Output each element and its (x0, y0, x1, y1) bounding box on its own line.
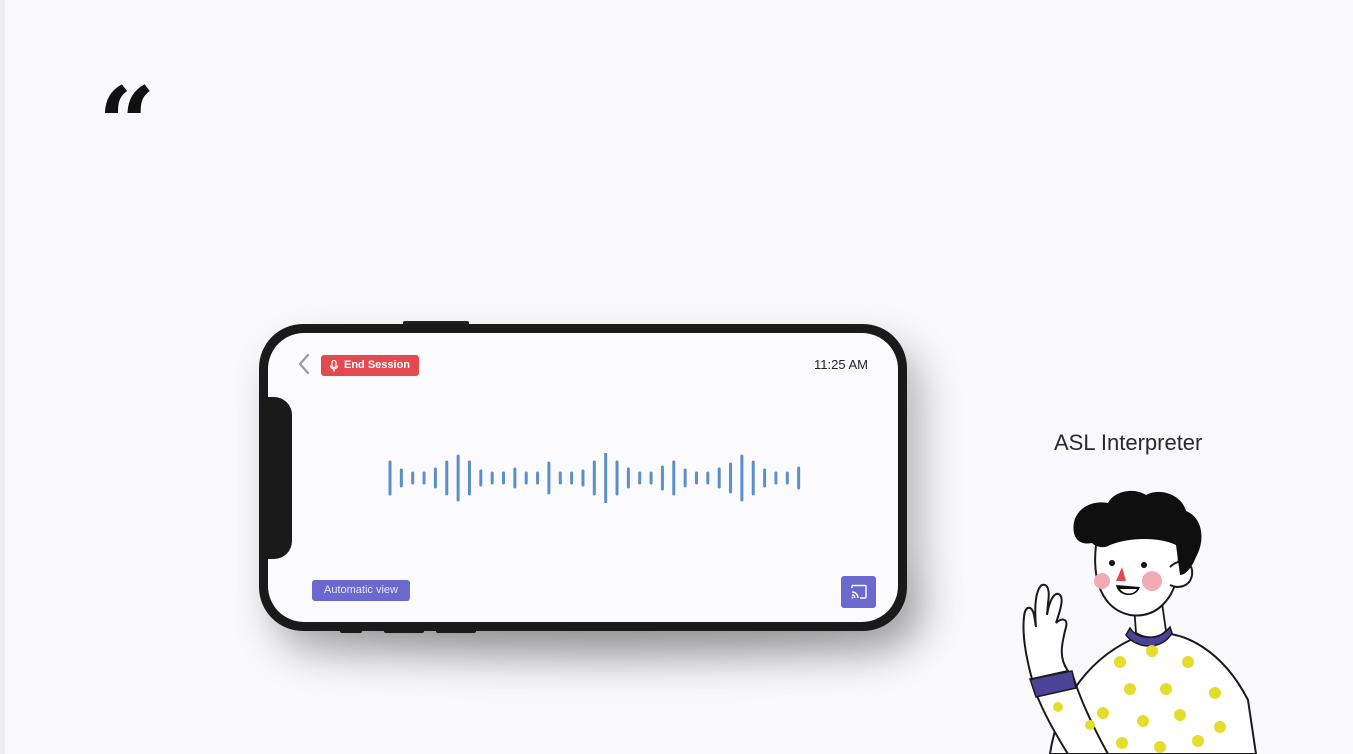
page: “ End Session 11:25 AM Automatic view AS… (0, 0, 1353, 754)
quote-mark: “ (98, 65, 156, 183)
asl-interpreter-label: ASL Interpreter (1054, 430, 1203, 455)
cast-icon (850, 584, 867, 599)
left-edge-strip (0, 0, 5, 754)
phone-screen: End Session 11:25 AM Automatic view (268, 333, 898, 622)
microphone-icon (329, 359, 339, 371)
end-session-button[interactable]: End Session (321, 355, 419, 376)
phone-notch (268, 397, 292, 559)
phone-frame: End Session 11:25 AM Automatic view (259, 324, 907, 631)
cast-button[interactable] (841, 576, 876, 608)
chevron-left-icon[interactable] (296, 352, 312, 376)
end-session-label: End Session (344, 359, 411, 371)
audio-waveform (388, 453, 801, 503)
automatic-view-button[interactable]: Automatic view (312, 580, 410, 601)
clock-time: 11:25 AM (814, 357, 868, 372)
interpreter-illustration (1022, 490, 1258, 754)
